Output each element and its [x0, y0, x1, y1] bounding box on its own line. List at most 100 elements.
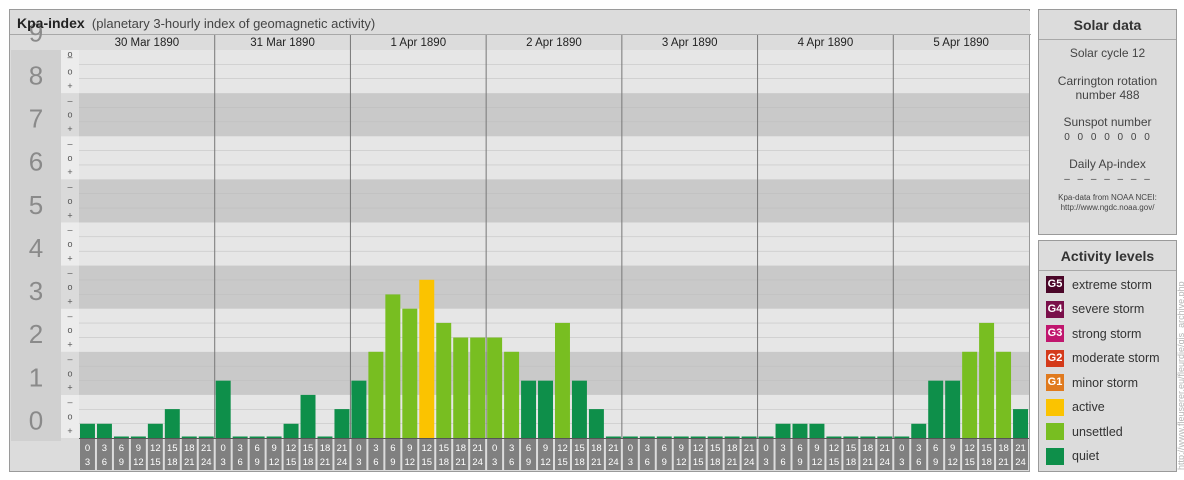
time-slot-end: 9	[254, 457, 259, 468]
time-slot-start: 18	[591, 443, 602, 454]
time-slot-end: 12	[812, 457, 823, 468]
time-slot-end: 21	[998, 457, 1009, 468]
kp-bar	[419, 279, 435, 438]
time-slot-start: 9	[271, 443, 276, 454]
time-slot-end: 9	[119, 457, 124, 468]
kp-band	[79, 179, 1029, 223]
legend-label: extreme storm	[1072, 277, 1152, 292]
time-slot-end: 6	[916, 457, 921, 468]
time-slot-start: 3	[780, 443, 785, 454]
kp-bar	[571, 380, 587, 438]
time-slot-start: 12	[693, 443, 704, 454]
y-minor-mark: –	[67, 397, 72, 407]
kp-bar	[368, 351, 384, 438]
legend-swatch	[1046, 447, 1064, 465]
time-slot-start: 21	[880, 443, 891, 454]
time-slot-start: 12	[964, 443, 975, 454]
chart-title: Kpa-index (planetary 3-hourly index of g…	[17, 15, 375, 31]
y-tick-label: 1	[29, 362, 43, 392]
y-minor-mark: o	[67, 368, 72, 378]
y-minor-mark: –	[67, 311, 72, 321]
legend-swatch: G4	[1046, 300, 1064, 318]
time-slot-end: 15	[693, 457, 704, 468]
time-slot-end: 12	[405, 457, 416, 468]
kp-bar	[436, 322, 452, 438]
y-minor-mark: +	[67, 253, 72, 263]
kp-band	[79, 308, 1029, 352]
time-slot-start: 21	[744, 443, 755, 454]
kp-bar	[283, 423, 299, 438]
legend-label: unsettled	[1072, 424, 1123, 439]
legend-item: G5 extreme storm	[1046, 276, 1152, 293]
kp-bar	[724, 436, 740, 438]
day-label: 31 Mar 1890	[250, 37, 315, 49]
source-link[interactable]: http://www.ngdc.noaa.gov/	[1039, 203, 1176, 213]
kp-bar	[181, 436, 197, 438]
time-slot-start: 9	[679, 443, 684, 454]
time-slot-start: 6	[119, 443, 124, 454]
kp-bar	[470, 337, 486, 438]
activity-levels-title: Activity levels	[1039, 241, 1176, 271]
y-minor-mark: o	[67, 153, 72, 163]
time-slot-start: 18	[320, 443, 331, 454]
solar-data-panel: Solar data Solar cycle 12 Carrington rot…	[1038, 9, 1177, 235]
solar-cycle: Solar cycle 12	[1069, 46, 1146, 60]
y-minor-mark: +	[67, 383, 72, 393]
y-minor-mark: o	[67, 282, 72, 292]
y-minor-mark: o	[67, 49, 72, 59]
time-slot-end: 21	[591, 457, 602, 468]
kp-bar	[826, 436, 842, 438]
time-slot-end: 3	[85, 457, 90, 468]
time-slot-end: 18	[438, 457, 449, 468]
y-tick-label: 7	[29, 104, 43, 134]
time-slot-start: 6	[797, 443, 802, 454]
time-slot-start: 15	[574, 443, 585, 454]
kp-bar	[317, 436, 333, 438]
time-slot-start: 15	[438, 443, 449, 454]
kp-band	[79, 50, 1029, 94]
day-label: 2 Apr 1890	[526, 37, 582, 49]
kp-bar	[775, 423, 791, 438]
y-tick-label: 8	[29, 60, 43, 90]
kp-bar	[80, 423, 95, 438]
kp-bar	[147, 423, 163, 438]
time-slot-end: 6	[645, 457, 650, 468]
time-slot-start: 0	[628, 443, 633, 454]
kp-bar	[453, 337, 469, 438]
kp-bar	[690, 436, 706, 438]
kp-bar	[962, 351, 978, 438]
time-slot-start: 21	[201, 443, 212, 454]
time-slot-start: 3	[645, 443, 650, 454]
time-slot-end: 12	[676, 457, 687, 468]
legend-item: unsettled	[1046, 423, 1123, 440]
kp-bar	[622, 436, 638, 438]
kp-bar	[504, 351, 520, 438]
kp-bar	[351, 380, 367, 438]
time-slot-end: 12	[540, 457, 551, 468]
time-slot-end: 24	[1015, 457, 1026, 468]
time-slot-start: 15	[981, 443, 992, 454]
time-slot-end: 24	[201, 457, 212, 468]
time-slot-end: 6	[509, 457, 514, 468]
time-slot-end: 18	[981, 457, 992, 468]
day-label: 3 Apr 1890	[662, 37, 718, 49]
kp-bar	[758, 436, 774, 438]
y-tick-label: 6	[29, 147, 43, 177]
legend-swatch: G2	[1046, 349, 1064, 367]
kp-bar	[979, 322, 995, 438]
time-slot-start: 6	[933, 443, 938, 454]
time-slot-end: 6	[373, 457, 378, 468]
legend-item: G3 strong storm	[1046, 325, 1141, 342]
time-slot-start: 9	[543, 443, 548, 454]
kp-bar	[266, 436, 282, 438]
legend-item: G1 minor storm	[1046, 374, 1138, 391]
chart-title-main: Kpa-index	[17, 15, 85, 31]
sunspot-label: Sunspot number	[1063, 115, 1152, 129]
time-slot-end: 9	[526, 457, 531, 468]
time-slot-end: 9	[933, 457, 938, 468]
kp-bar	[605, 436, 621, 438]
y-minor-mark: o	[67, 239, 72, 249]
kp-bar	[402, 308, 418, 438]
legend-label: quiet	[1072, 449, 1100, 463]
time-slot-start: 15	[167, 443, 178, 454]
